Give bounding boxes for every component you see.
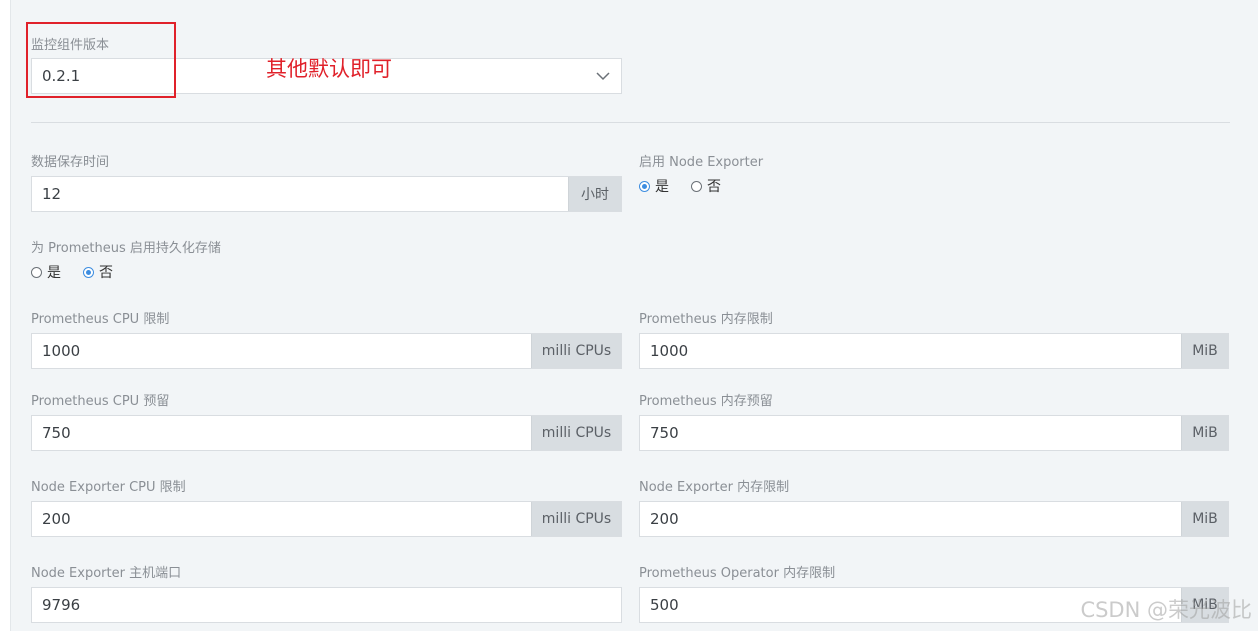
persistent-storage-yes-label: 是 <box>47 265 61 281</box>
node-exporter-enable-no[interactable]: 否 <box>691 176 721 196</box>
watermark: CSDN @荣光波比 <box>1080 598 1252 622</box>
ne-host-port-field: 9796 <box>31 587 622 623</box>
radio-unselected-icon[interactable] <box>31 266 42 278</box>
persistent-storage-yes[interactable]: 是 <box>31 262 61 282</box>
node-exporter-enable-yes[interactable]: 是 <box>639 176 669 196</box>
prom-mem-reserve-label: Prometheus 内存预留 <box>639 394 773 409</box>
ne-cpu-limit-label: Node Exporter CPU 限制 <box>31 480 186 495</box>
prom-mem-reserve-input[interactable]: 750 <box>640 416 1181 450</box>
prom-mem-limit-field: 1000 MiB <box>639 333 1229 369</box>
persistent-storage-label: 为 Prometheus 启用持久化存储 <box>31 241 221 256</box>
persistent-storage-no-label: 否 <box>99 265 113 281</box>
data-retention-label: 数据保存时间 <box>31 155 110 170</box>
prom-cpu-reserve-field: 750 milli CPUs <box>31 415 622 451</box>
section-divider <box>31 122 1230 123</box>
prom-cpu-limit-label: Prometheus CPU 限制 <box>31 312 170 327</box>
prom-mem-reserve-field: 750 MiB <box>639 415 1229 451</box>
data-retention-field: 12 小时 <box>31 176 622 212</box>
ne-mem-limit-input[interactable]: 200 <box>640 502 1181 536</box>
ne-mem-limit-label: Node Exporter 内存限制 <box>639 480 790 495</box>
prom-mem-reserve-unit: MiB <box>1181 416 1228 450</box>
data-retention-unit: 小时 <box>568 177 621 211</box>
chevron-down-icon <box>596 72 610 81</box>
persistent-storage-no[interactable]: 否 <box>83 262 113 282</box>
prom-mem-limit-input[interactable]: 1000 <box>640 334 1181 368</box>
node-exporter-enable-no-label: 否 <box>707 179 721 195</box>
prom-mem-limit-unit: MiB <box>1181 334 1228 368</box>
radio-unselected-icon[interactable] <box>691 180 702 192</box>
prom-cpu-reserve-input[interactable]: 750 <box>32 416 531 450</box>
ne-mem-limit-unit: MiB <box>1181 502 1228 536</box>
data-retention-input[interactable]: 12 <box>32 177 568 211</box>
persistent-storage-radio-group: 是 否 <box>31 262 135 282</box>
prom-mem-limit-label: Prometheus 内存限制 <box>639 312 773 327</box>
node-exporter-enable-label: 启用 Node Exporter <box>639 155 764 170</box>
prom-cpu-limit-field: 1000 milli CPUs <box>31 333 622 369</box>
settings-panel: 监控组件版本 0.2.1 数据保存时间 12 小时 启用 Node Export… <box>10 0 1258 631</box>
ne-cpu-limit-input[interactable]: 200 <box>32 502 531 536</box>
node-exporter-enable-radio-group: 是 否 <box>639 176 743 196</box>
radio-selected-icon[interactable] <box>83 266 94 278</box>
ne-host-port-input[interactable]: 9796 <box>32 588 621 622</box>
prom-cpu-limit-unit: milli CPUs <box>531 334 621 368</box>
prom-cpu-limit-input[interactable]: 1000 <box>32 334 531 368</box>
radio-selected-icon[interactable] <box>639 180 650 192</box>
prom-cpu-reserve-label: Prometheus CPU 预留 <box>31 394 170 409</box>
operator-mem-limit-label: Prometheus Operator 内存限制 <box>639 566 836 581</box>
prom-cpu-reserve-unit: milli CPUs <box>531 416 621 450</box>
node-exporter-enable-yes-label: 是 <box>655 179 669 195</box>
annotation-text: 其他默认即可 <box>266 57 392 81</box>
ne-cpu-limit-field: 200 milli CPUs <box>31 501 622 537</box>
annotation-highlight-box <box>26 22 176 98</box>
ne-cpu-limit-unit: milli CPUs <box>531 502 621 536</box>
ne-mem-limit-field: 200 MiB <box>639 501 1229 537</box>
ne-host-port-label: Node Exporter 主机端口 <box>31 566 182 581</box>
